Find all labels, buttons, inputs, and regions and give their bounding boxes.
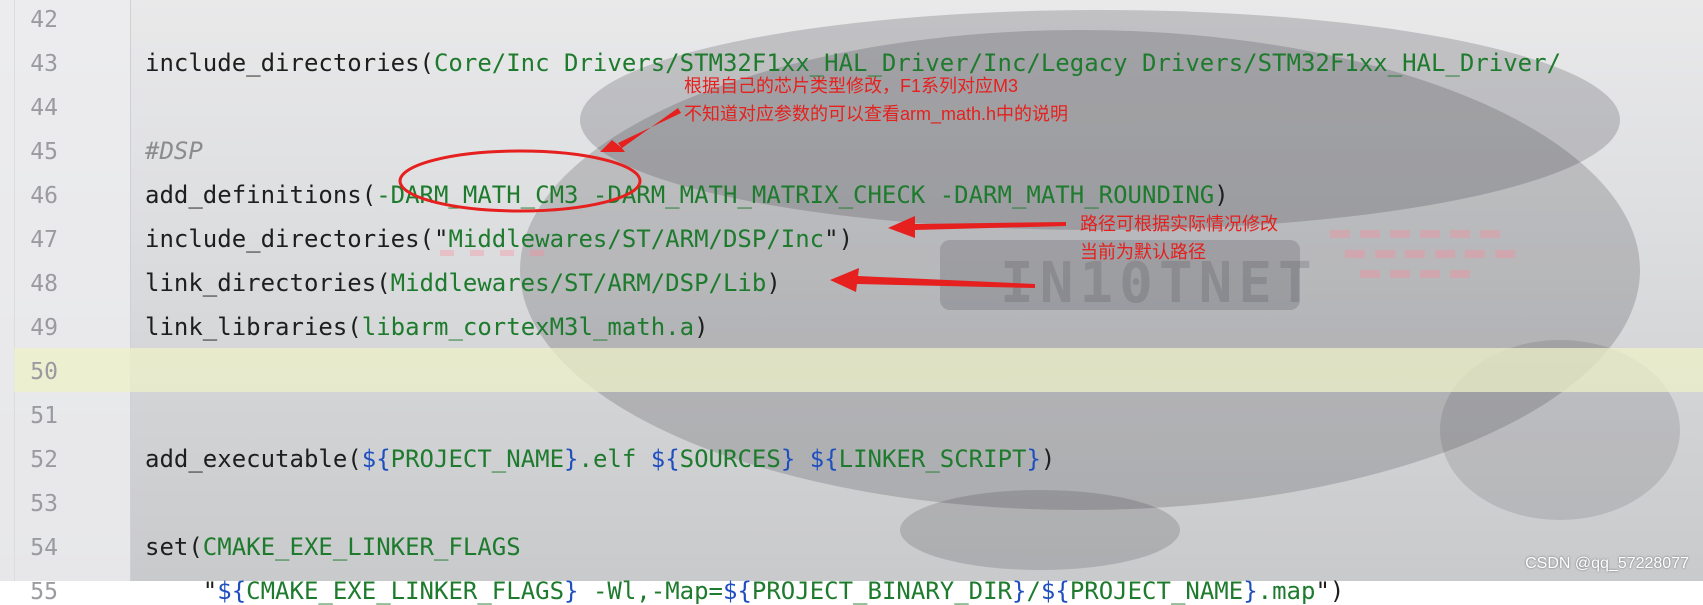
code-token: SOURCES: [679, 445, 781, 473]
line-number: 42: [30, 7, 58, 33]
code-line[interactable]: set(CMAKE_EXE_LINKER_FLAGS: [145, 533, 521, 561]
code-token: }: [1243, 577, 1258, 605]
code-token: ": [145, 577, 218, 605]
line-number: 48: [30, 271, 58, 297]
code-token: ${: [650, 445, 680, 473]
line-number: 49: [30, 315, 58, 341]
code-token: ): [1040, 445, 1056, 473]
code-token: .map: [1257, 577, 1316, 605]
code-token: PROJECT_NAME: [1069, 577, 1244, 605]
code-line[interactable]: include_directories("Middlewares/ST/ARM/…: [145, 225, 853, 253]
code-line[interactable]: add_definitions(-DARM_MATH_CM3 -DARM_MAT…: [145, 181, 1229, 209]
code-token: CMAKE_EXE_LINKER_FLAGS: [202, 533, 521, 561]
code-token: add_definitions(: [145, 181, 377, 209]
code-token: include_directories(": [145, 225, 449, 253]
line-number: 52: [30, 447, 58, 473]
code-token: ${: [809, 445, 839, 473]
code-token: Middlewares/ST/ARM/DSP/Lib: [390, 269, 767, 297]
line-number: 54: [30, 535, 58, 561]
code-token: ${: [1040, 577, 1070, 605]
code-line[interactable]: link_directories(Middlewares/ST/ARM/DSP/…: [145, 269, 781, 297]
code-token: .elf: [578, 445, 651, 473]
code-token: link_libraries(: [145, 313, 362, 341]
code-token: }: [1026, 445, 1041, 473]
line-number: 47: [30, 227, 58, 253]
code-token: LINKER_SCRIPT: [838, 445, 1027, 473]
annotation-path-line1: 路径可根据实际情况修改: [1080, 214, 1278, 234]
line-number: 43: [30, 51, 58, 77]
code-token: set(: [145, 533, 203, 561]
code-token: -Wl,-Map=: [578, 577, 723, 605]
line-number: 50: [30, 359, 58, 385]
code-token: add_executable(: [145, 445, 362, 473]
code-token: PROJECT_NAME: [390, 445, 565, 473]
code-line[interactable]: "${CMAKE_EXE_LINKER_FLAGS} -Wl,-Map=${PR…: [145, 577, 1345, 605]
code-token: ${: [217, 577, 247, 605]
current-line-highlight: [14, 348, 1703, 392]
code-token: ): [766, 269, 781, 297]
annotation-chip-type-note: 根据自己的芯片类型修改，F1系列对应M3 不知道对应参数的可以查看arm_mat…: [684, 72, 1068, 128]
code-token: ${: [361, 445, 391, 473]
code-token: CMAKE_EXE_LINKER_FLAGS: [246, 577, 565, 605]
code-token: link_directories(: [145, 269, 391, 297]
code-line[interactable]: link_libraries(libarm_cortexM3l_math.a): [145, 313, 709, 341]
code-token: "): [824, 225, 854, 253]
code-line[interactable]: add_executable(${PROJECT_NAME}.elf ${SOU…: [145, 445, 1055, 473]
line-number: 44: [30, 95, 58, 121]
code-token: ${: [723, 577, 752, 605]
line-number: 53: [30, 491, 58, 517]
code-token: #DSP: [145, 137, 203, 165]
code-line[interactable]: #DSP: [145, 137, 203, 165]
code-token: /: [1026, 577, 1041, 605]
code-token: }: [564, 577, 579, 605]
line-number: 46: [30, 183, 58, 209]
code-token: Middlewares/ST/ARM/DSP/Inc: [448, 225, 825, 253]
watermark: CSDN @qq_57228077: [1525, 555, 1689, 572]
line-number: 51: [30, 403, 58, 429]
code-token: PROJECT_BINARY_DIR: [751, 577, 1012, 605]
annotation-chip-type-line1: 根据自己的芯片类型修改，F1系列对应M3: [684, 76, 1019, 96]
code-token: include_directories(: [145, 49, 434, 77]
line-number: 55: [30, 579, 58, 605]
code-token: ): [694, 313, 709, 341]
annotation-chip-type-line2: 不知道对应参数的可以查看arm_math.h中的说明: [684, 104, 1069, 124]
code-token: -DARM_MATH_CM3 -DARM_MATH_MATRIX_CHECK -…: [376, 181, 1215, 209]
code-token: }: [780, 445, 796, 473]
line-number: 45: [30, 139, 58, 165]
code-token: }: [564, 445, 579, 473]
code-token: ): [1214, 181, 1229, 209]
code-token: }: [1012, 577, 1027, 605]
annotation-path-note: 路径可根据实际情况修改 当前为默认路径: [1080, 210, 1278, 266]
annotation-path-line2: 当前为默认路径: [1080, 242, 1206, 262]
code-token: libarm_cortexM3l_math.a: [361, 313, 695, 341]
code-token: "): [1315, 577, 1345, 605]
